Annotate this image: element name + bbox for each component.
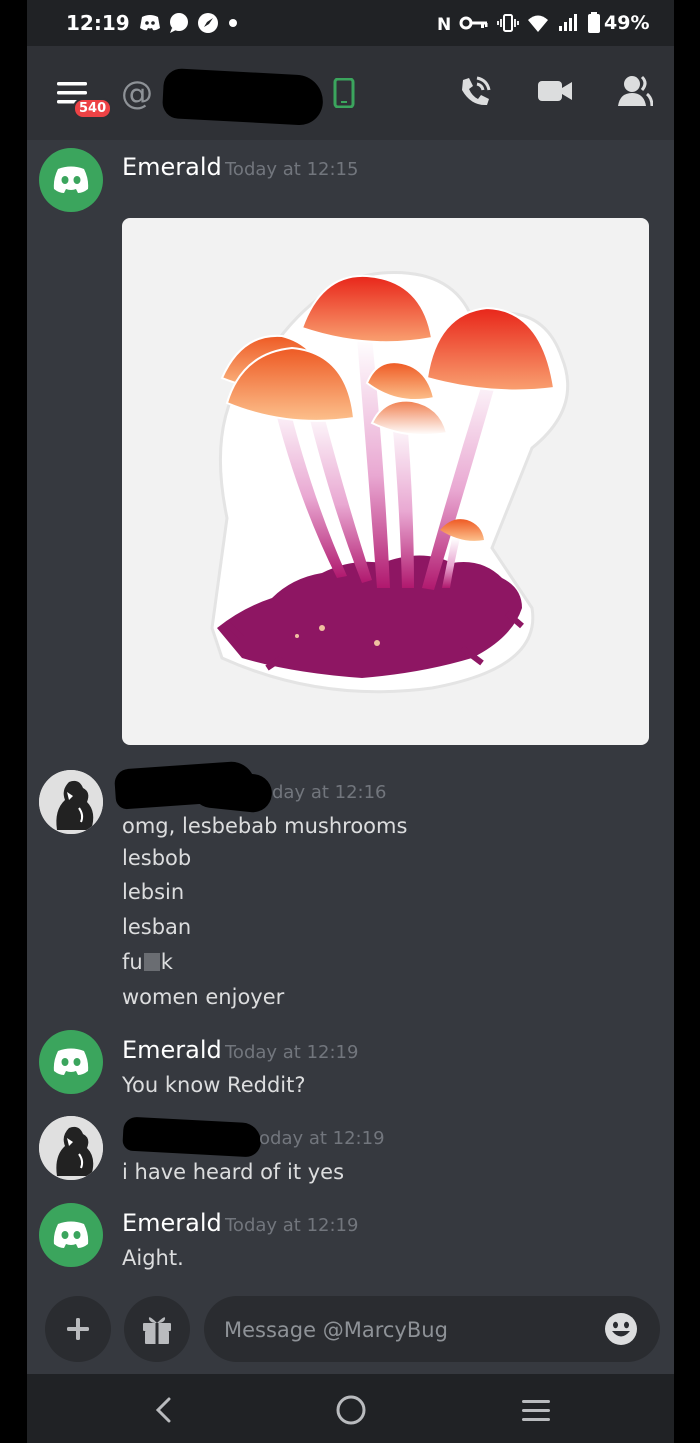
avatar[interactable]	[39, 1203, 103, 1267]
avatar[interactable]	[39, 148, 103, 212]
message-text: You know Reddit?	[122, 1073, 306, 1097]
message-text: Aight.	[122, 1246, 184, 1270]
dot-icon	[229, 19, 237, 27]
message-text: lesbob	[122, 846, 192, 870]
battery-icon	[588, 12, 600, 33]
dm-at-symbol: @	[121, 74, 153, 112]
redacted-username	[190, 767, 274, 815]
user-avatar-image	[39, 770, 103, 834]
message-text: lesban	[122, 915, 192, 939]
censored-message: fu k	[122, 950, 173, 974]
mobile-status-icon	[333, 78, 355, 108]
message-text: fu	[122, 950, 143, 974]
chevron-left-icon	[155, 1397, 171, 1423]
message-timestamp: Today at 12:19	[225, 1042, 359, 1063]
message-text: k	[160, 950, 173, 974]
message-timestamp: Today at 12:15	[225, 159, 359, 180]
battery-percent: 49%	[604, 12, 650, 34]
status-bar: 12:19 N 49%	[27, 0, 674, 46]
video-camera-icon	[538, 81, 572, 101]
channel-header: 540 @	[27, 46, 674, 140]
gift-icon	[143, 1317, 171, 1344]
emoji-button[interactable]	[604, 1312, 638, 1350]
compass-icon	[198, 13, 218, 33]
message-timestamp: Today at 12:19	[225, 1215, 359, 1236]
message-text: women enjoyer	[122, 985, 285, 1009]
svg-text:N: N	[437, 15, 451, 33]
redacted-username	[161, 67, 325, 127]
gift-button[interactable]	[124, 1296, 190, 1362]
message-text: i have heard of it yes	[122, 1160, 345, 1184]
circle-home-icon	[336, 1395, 366, 1425]
vpn-key-icon	[459, 16, 488, 30]
discord-app: 12:19 N 49% 540 @ Emerald Today at 12:15…	[27, 0, 674, 1443]
mushroom-image	[210, 271, 570, 694]
message-text: omg, lesbebab mushrooms	[122, 814, 408, 838]
message-input-container	[204, 1296, 660, 1362]
status-time: 12:19	[66, 11, 130, 35]
system-navigation-bar	[27, 1374, 674, 1443]
wifi-icon	[528, 15, 548, 32]
nfc-icon: N	[437, 15, 451, 33]
vibrate-icon	[497, 14, 519, 32]
discord-logo-icon	[53, 166, 89, 193]
plus-icon	[67, 1318, 89, 1340]
nav-recents-button[interactable]	[520, 1398, 552, 1428]
person-icon	[618, 75, 654, 107]
user-avatar-image	[39, 1116, 103, 1180]
smiley-icon	[605, 1313, 637, 1345]
members-button[interactable]	[617, 74, 654, 112]
phone-call-icon	[462, 76, 491, 106]
unread-badge: 540	[73, 98, 113, 119]
message-author[interactable]: Emerald	[122, 1209, 222, 1237]
avatar[interactable]	[39, 1030, 103, 1094]
discord-logo-icon	[53, 1221, 89, 1248]
message-text: lebsin	[122, 880, 185, 904]
message-author[interactable]: Emerald	[122, 153, 222, 181]
avatar[interactable]	[39, 770, 103, 834]
three-lines-icon	[522, 1400, 550, 1421]
discord-icon	[140, 15, 160, 31]
message-input[interactable]	[222, 1314, 586, 1346]
nav-home-button[interactable]	[335, 1394, 367, 1430]
voice-call-button[interactable]	[457, 74, 493, 114]
add-attachment-button[interactable]	[45, 1296, 111, 1362]
message-timestamp: day at 12:16	[272, 782, 387, 803]
nav-back-button[interactable]	[152, 1396, 176, 1428]
system-icons: N	[437, 12, 601, 34]
censor-blur	[143, 953, 160, 971]
chat-bubble-icon	[170, 13, 188, 33]
avatar[interactable]	[39, 1116, 103, 1180]
image-attachment[interactable]	[122, 218, 649, 745]
message-composer	[27, 1290, 674, 1374]
message-author[interactable]: Emerald	[122, 1036, 222, 1064]
redacted-username	[122, 1116, 262, 1158]
video-call-button[interactable]	[537, 76, 573, 110]
signal-icon	[559, 14, 577, 31]
message-timestamp: oday at 12:19	[259, 1128, 385, 1149]
discord-logo-icon	[53, 1048, 89, 1075]
notification-icons	[139, 12, 240, 34]
